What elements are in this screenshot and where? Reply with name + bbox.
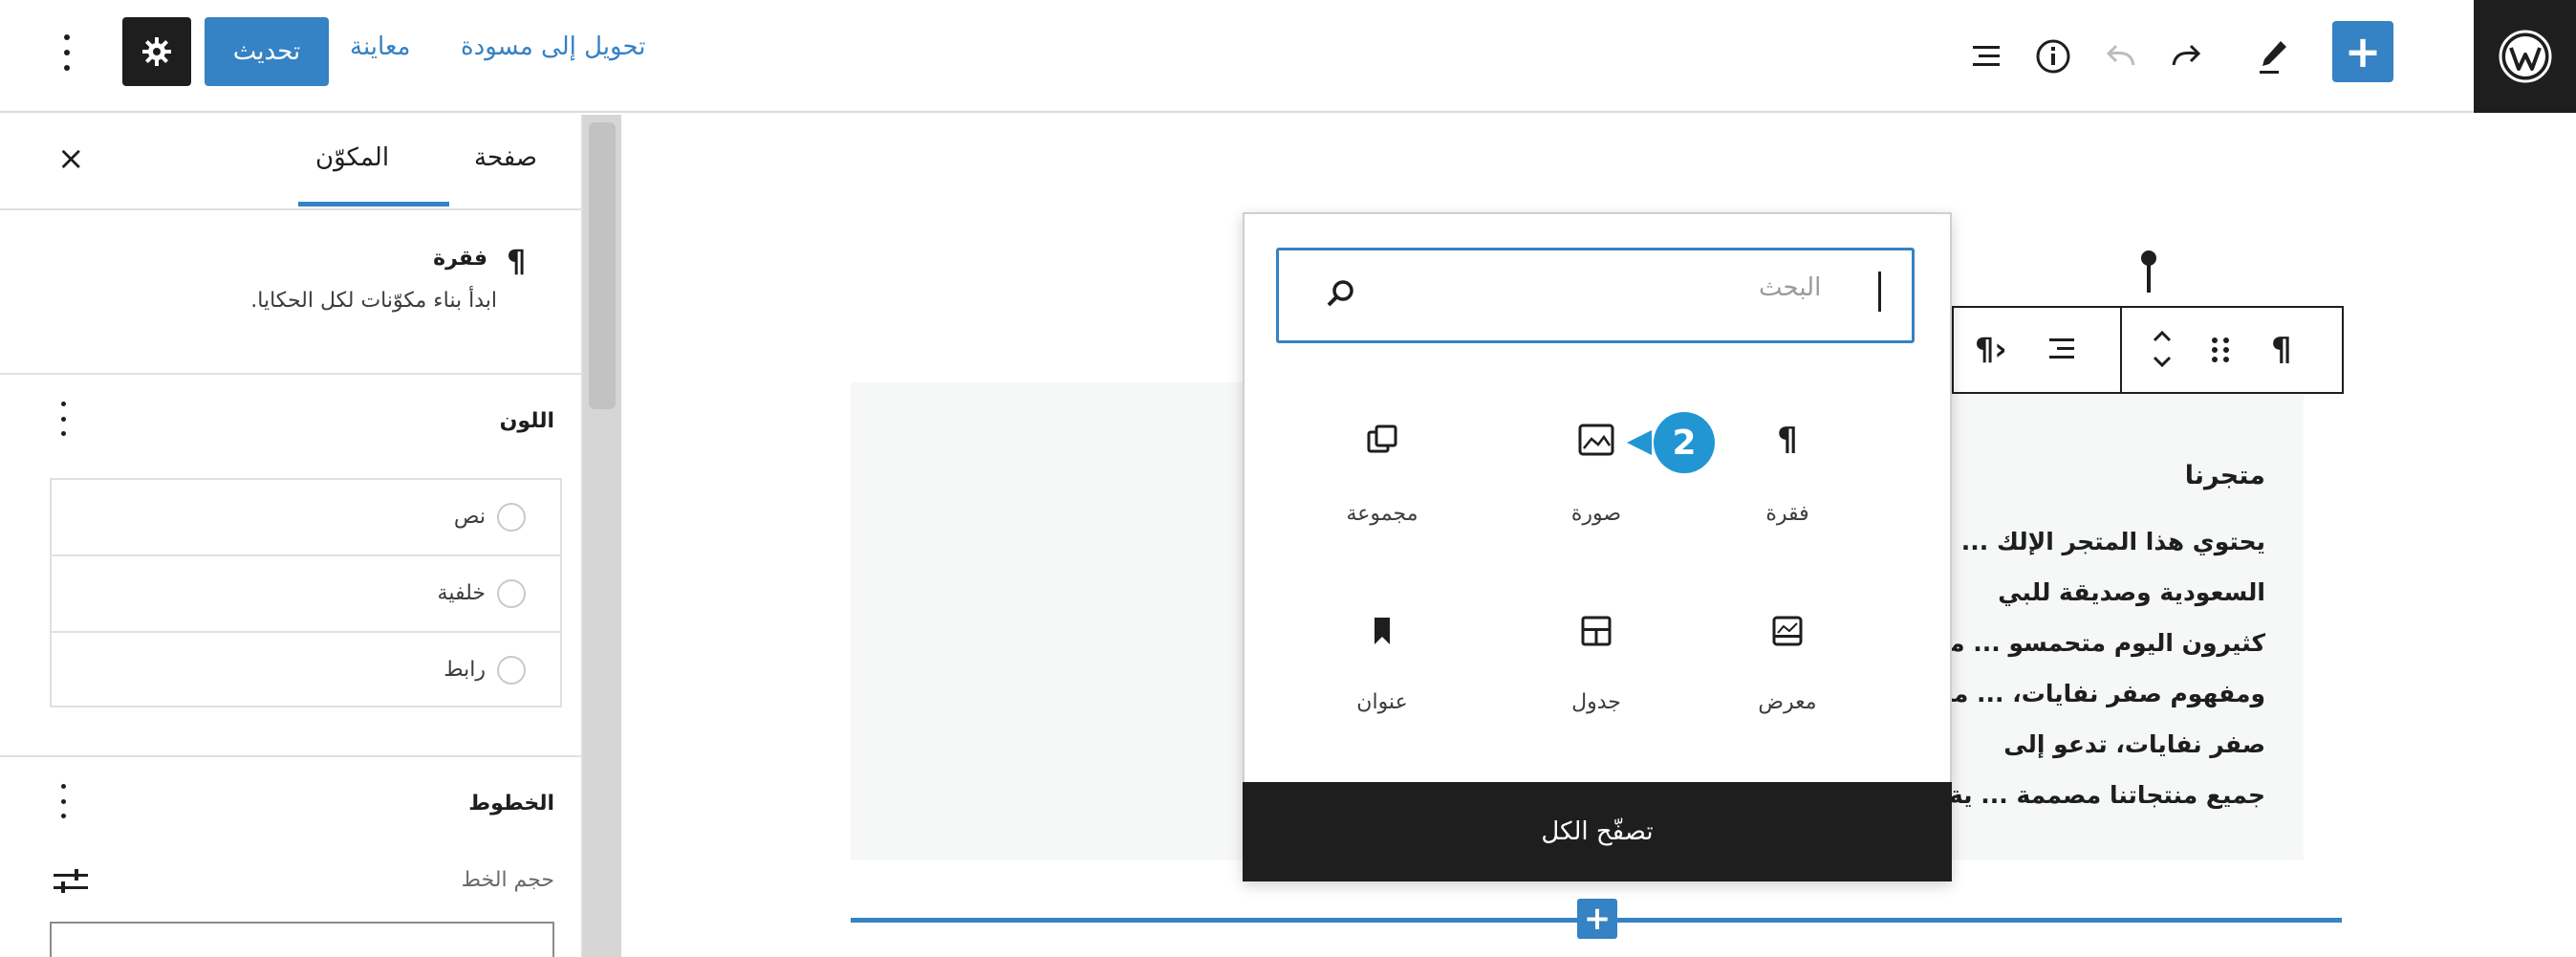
dot (64, 50, 70, 55)
text-caret (1878, 272, 1881, 312)
dot (64, 65, 70, 71)
block-label-image[interactable]: صورة (1510, 502, 1682, 526)
paragraph-block-icon[interactable]: ¶ (1759, 411, 1816, 468)
gallery-icon (1772, 616, 1803, 646)
divider (0, 755, 583, 757)
block-label-group[interactable]: مجموعة (1296, 502, 1468, 526)
group-icon (1367, 424, 1397, 453)
wordpress-logo[interactable] (2474, 0, 2576, 113)
paragraph-transform-icon[interactable]: ¶ (2271, 331, 2292, 369)
content-heading[interactable]: متجرنا (2122, 461, 2265, 490)
typography-panel-title[interactable]: الخطوط (363, 792, 554, 816)
active-tab-indicator (298, 202, 449, 207)
divider (50, 631, 562, 633)
text-color-swatch-icon (497, 503, 526, 532)
drag-handle-icon (2212, 337, 2229, 362)
link-color-swatch-icon (497, 656, 526, 685)
text-cursor-marker-head (2141, 250, 2156, 266)
update-button[interactable]: تحديث (205, 17, 329, 86)
image-icon (1578, 424, 1614, 456)
list-view-icon (1973, 46, 2000, 66)
toolbar-divider (2120, 306, 2122, 394)
drag-handle[interactable] (2210, 335, 2231, 365)
color-panel-title[interactable]: اللون (363, 409, 554, 433)
bookmark-icon (1375, 618, 1390, 644)
block-label-paragraph[interactable]: فقرة (1701, 502, 1873, 526)
redo-button[interactable] (2158, 28, 2216, 85)
group-block-button[interactable] (1353, 411, 1411, 468)
sliders-icon (54, 869, 88, 893)
table-icon (1581, 616, 1612, 646)
color-panel-menu-button[interactable] (61, 402, 69, 436)
tab-block[interactable]: المكوّن (315, 143, 389, 172)
search-icon-wrap (1325, 277, 1357, 310)
gear-icon (142, 37, 171, 66)
divider (0, 373, 583, 375)
block-card-description: ابدأ بناء مكوّنات لكل الحكايا. (250, 289, 497, 313)
undo-button[interactable] (2091, 28, 2149, 85)
details-button[interactable] (2024, 28, 2082, 85)
options-menu-button[interactable] (55, 29, 78, 76)
chevron-up-down-icon (2153, 330, 2172, 368)
search-placeholder: البحث (1759, 273, 1822, 302)
image-block-button[interactable] (1568, 411, 1625, 468)
gallery-block-button[interactable] (1759, 602, 1816, 660)
add-block-button[interactable]: + (2332, 21, 2393, 82)
divider (50, 555, 562, 556)
search-icon (1327, 280, 1353, 307)
font-size-select[interactable] (50, 922, 554, 957)
align-icon (2049, 338, 2074, 359)
typography-panel-menu-button[interactable] (61, 784, 69, 818)
block-card-title: فقرة (433, 247, 487, 271)
background-color-swatch-icon (497, 579, 526, 608)
align-button[interactable] (2046, 333, 2078, 365)
redo-icon (2172, 44, 2201, 66)
list-view-button[interactable] (1958, 28, 2015, 85)
color-option-background[interactable]: خلفية (363, 581, 486, 605)
switch-to-draft-link[interactable]: تحويل إلى مسودة (461, 33, 645, 61)
paragraph-icon: ¶ (507, 243, 527, 279)
color-option-text[interactable]: نص (363, 505, 486, 529)
block-appender-button[interactable]: + (1577, 899, 1617, 939)
preview-link[interactable]: معاينة (350, 33, 410, 61)
color-option-link[interactable]: رابط (363, 658, 486, 682)
pencil-icon (2260, 41, 2286, 74)
block-label-heading[interactable]: عنوان (1296, 690, 1468, 714)
table-block-button[interactable] (1568, 602, 1625, 660)
scrollbar-thumb[interactable] (589, 122, 616, 409)
browse-all-button[interactable]: تصفّح الكل (1243, 782, 1952, 881)
divider (0, 208, 583, 210)
step-callout: 2 (1625, 411, 1721, 474)
block-label-gallery[interactable]: معرض (1701, 690, 1873, 714)
block-label-table[interactable]: جدول (1510, 690, 1682, 714)
info-icon (2036, 39, 2070, 74)
move-up-down-button[interactable] (2151, 325, 2174, 373)
tools-button[interactable] (2244, 28, 2302, 85)
callout-number: 2 (1672, 423, 1697, 463)
undo-icon (2106, 44, 2135, 66)
close-sidebar-button[interactable]: × (57, 140, 85, 178)
dot (64, 34, 70, 40)
font-size-label: حجم الخط (461, 868, 554, 892)
text-direction-icon[interactable]: ¶› (1975, 331, 2007, 367)
tab-page[interactable]: صفحة (474, 143, 537, 172)
settings-button[interactable] (122, 17, 191, 86)
custom-size-toggle[interactable] (52, 867, 90, 896)
wordpress-logo-icon (2499, 30, 2551, 83)
heading-block-button[interactable] (1353, 602, 1411, 660)
